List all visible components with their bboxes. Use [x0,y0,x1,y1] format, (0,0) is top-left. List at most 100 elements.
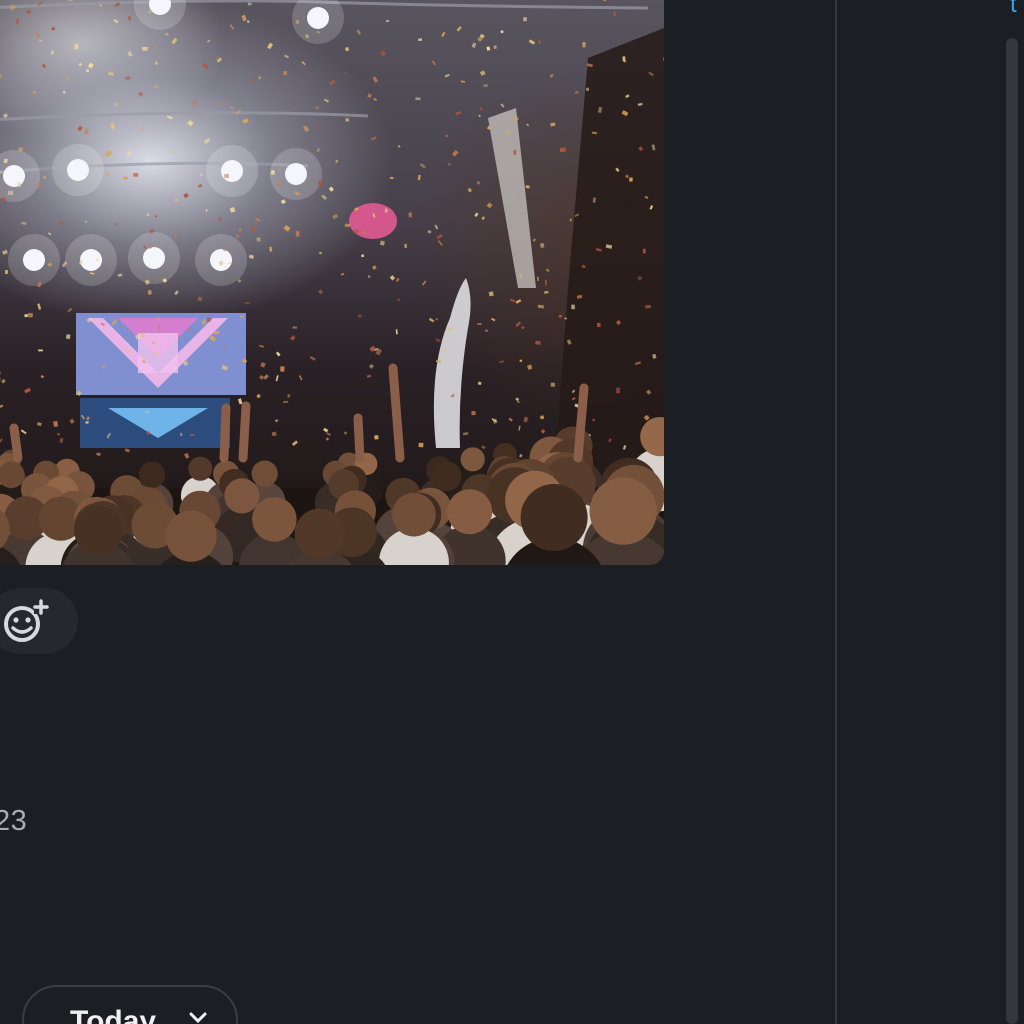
confetti-piece [538,40,541,44]
confetti-piece [290,335,296,341]
confetti-piece [309,356,316,361]
confetti-piece [201,319,207,325]
confetti-piece [259,344,265,348]
confetti-piece [484,329,488,332]
confetti-piece [244,301,250,304]
confetti-piece [77,125,83,132]
date-divider-chip[interactable]: Today [22,985,238,1024]
crowd-head [520,484,588,551]
confetti-piece [390,176,394,179]
confetti-piece [477,181,480,185]
confetti-piece [329,79,336,86]
message-photo[interactable] [0,0,664,565]
confetti-piece [42,175,47,180]
confetti-piece [477,381,482,386]
confetti-piece [230,105,234,110]
confetti-piece [238,228,242,232]
stage-light [221,160,243,182]
confetti-piece [520,325,525,330]
confetti-piece [318,251,322,255]
confetti-piece [539,242,545,249]
confetti-piece [283,224,291,232]
confetti-piece [237,398,243,405]
confetti-piece [366,374,371,378]
confetti-piece [62,90,66,94]
side-panel-link[interactable]: t [1010,0,1017,19]
confetti-piece [183,360,188,366]
confetti-piece [287,394,291,398]
confetti-piece [517,400,520,403]
confetti-piece [374,435,379,440]
confetti-piece [78,62,83,67]
confetti-piece [460,80,465,83]
confetti-piece [172,148,177,153]
confetti-piece [436,233,443,240]
confetti-piece [373,97,378,102]
crowd-head [431,461,462,491]
confetti-piece [115,222,119,226]
confetti-piece [550,122,556,127]
raised-arm [238,401,251,463]
raised-arm [9,423,23,463]
confetti-piece [477,323,482,325]
confetti-piece [21,221,27,225]
confetti-piece [316,147,321,153]
confetti-piece [418,38,422,42]
confetti-piece [315,126,320,131]
confetti-piece [48,232,52,236]
confetti-piece [197,296,203,302]
confetti-piece [506,129,510,134]
confetti-piece [105,171,110,176]
confetti-piece [283,70,288,76]
confetti-piece [508,417,513,422]
confetti-piece [321,194,328,201]
confetti-piece [370,136,377,141]
confetti-piece [328,186,334,192]
confetti-piece [540,415,545,420]
confetti-piece [616,387,621,394]
confetti-piece [184,452,190,459]
confetti-piece [519,453,523,458]
confetti-piece [280,199,286,205]
confetti-piece [397,145,401,148]
confetti-piece [345,118,349,122]
confetti-piece [125,76,131,80]
confetti-piece [205,208,208,212]
confetti-piece [448,162,451,166]
add-emoji-icon [4,599,49,642]
crowd-head [138,461,166,488]
confetti-piece [235,234,240,238]
crowd-head [188,456,213,481]
confetti-piece [428,317,435,323]
confetti-piece [532,238,536,242]
confetti-piece [483,84,488,87]
confetti-piece [645,304,651,309]
crowd-head [294,508,345,559]
confetti-piece [51,50,54,55]
confetti-piece [499,360,505,364]
confetti-piece [528,39,536,45]
confetti-piece [540,428,546,434]
confetti-piece [139,126,144,132]
confetti-piece [323,427,329,433]
stage-light [143,247,165,269]
confetti-piece [372,76,379,83]
confetti-piece [247,20,250,24]
confetti-piece [340,273,345,276]
confetti-piece [421,280,427,286]
confetti-piece [344,223,351,228]
confetti-piece [462,431,469,436]
confetti-piece [518,425,521,431]
confetti-piece [292,326,298,329]
confetti-piece [270,170,276,175]
confetti-piece [444,73,450,78]
add-reaction-button[interactable] [0,588,78,654]
confetti-piece [427,229,432,234]
confetti-piece [267,42,273,50]
confetti-piece [117,273,123,277]
confetti-piece [486,202,493,209]
side-panel-scrollbar[interactable] [1006,38,1018,1024]
confetti-piece [509,298,516,303]
confetti-piece [83,128,89,135]
confetti-piece [515,299,522,304]
